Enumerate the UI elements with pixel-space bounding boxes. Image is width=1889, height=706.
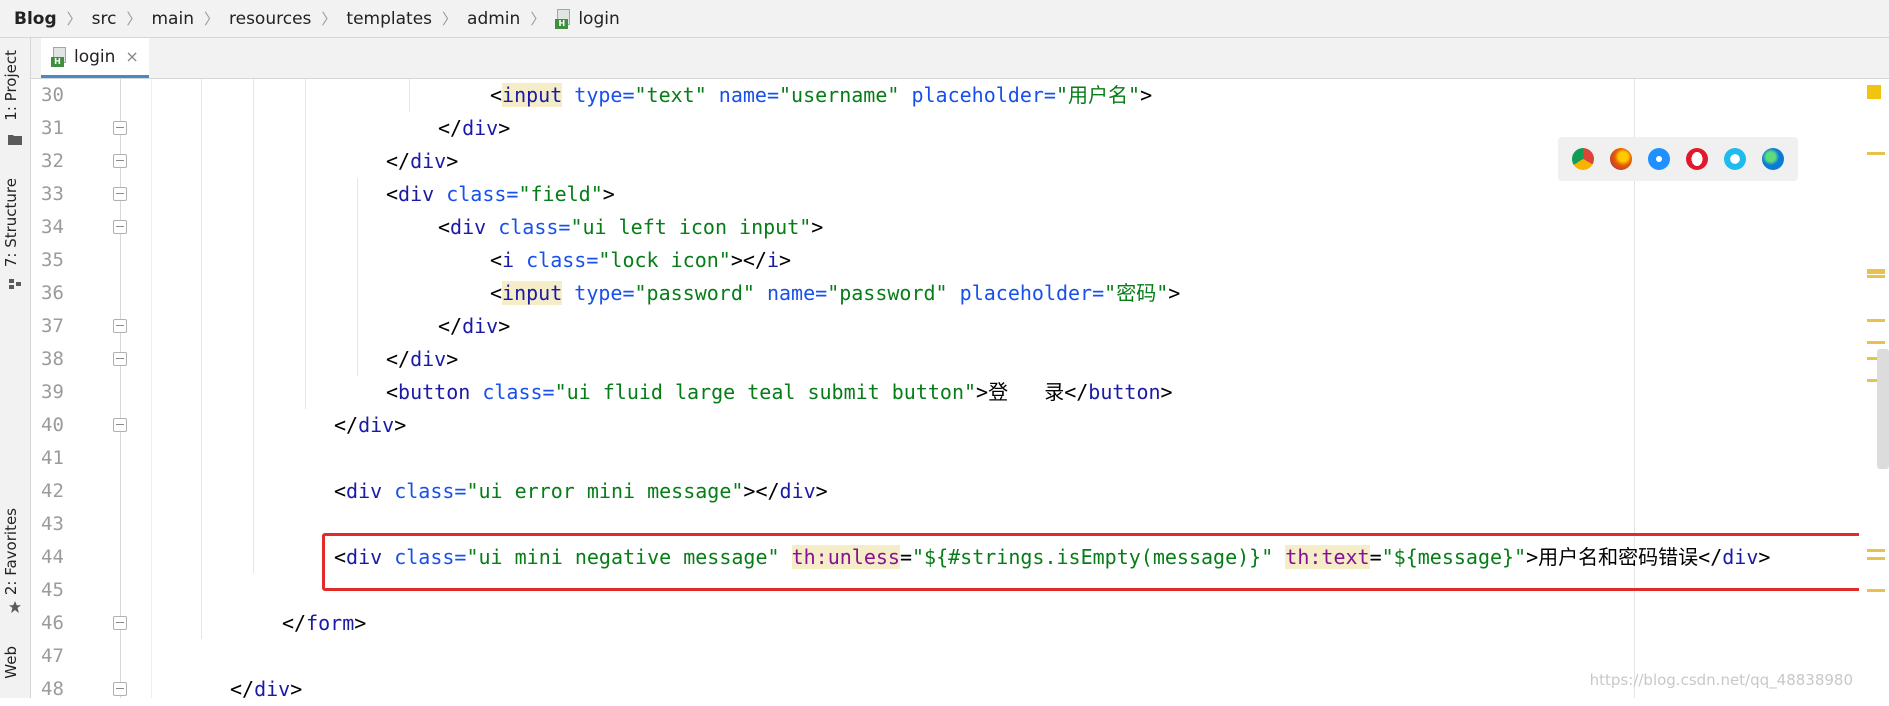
line-number: 34 (41, 216, 64, 238)
open-in-browser-bar (1558, 137, 1798, 181)
breadcrumb-item-main[interactable]: main (152, 9, 194, 29)
fold-marker[interactable] (113, 682, 127, 696)
fold-marker[interactable] (113, 121, 127, 135)
line-number: 41 (41, 447, 64, 469)
stripe-marker[interactable] (1867, 275, 1885, 278)
structure-icon (9, 279, 21, 289)
code-line-30: <input type="text" name="username" place… (490, 83, 1153, 107)
fold-guide (120, 79, 121, 698)
safari-icon[interactable] (1648, 148, 1670, 170)
line-number: 31 (41, 117, 64, 139)
breadcrumb-item-resources[interactable]: resources (229, 9, 311, 29)
code-line-39: <button class="ui fluid large teal submi… (386, 380, 1173, 404)
stripe-marker[interactable] (1867, 152, 1885, 155)
breadcrumb-item-login[interactable]: H login (555, 8, 620, 29)
line-number: 46 (41, 612, 64, 634)
line-number: 38 (41, 348, 64, 370)
line-number: 32 (41, 150, 64, 172)
fold-marker[interactable] (113, 154, 127, 168)
html-file-icon: H (555, 8, 573, 29)
line-number: 45 (41, 579, 64, 601)
line-number: 48 (41, 678, 64, 700)
ie-icon[interactable] (1724, 148, 1746, 170)
breadcrumb: Blog 〉 src 〉 main 〉 resources 〉 template… (0, 0, 1889, 38)
line-number: 30 (41, 84, 64, 106)
line-number: 37 (41, 315, 64, 337)
line-number: 39 (41, 381, 64, 403)
code-line-35: <i class="lock icon"></i> (490, 248, 792, 272)
line-number: 40 (41, 414, 64, 436)
stripe-marker[interactable] (1867, 549, 1885, 552)
chevron-right-icon: 〉 (442, 10, 458, 28)
folder-icon (8, 135, 22, 145)
stripe-marker[interactable] (1867, 557, 1885, 560)
error-stripe[interactable] (1859, 79, 1889, 698)
code-line-37: </div> (438, 314, 511, 338)
vertical-scrollbar-thumb[interactable] (1877, 349, 1889, 469)
stripe-marker[interactable] (1867, 319, 1885, 322)
breadcrumb-item-src[interactable]: src (92, 9, 117, 29)
chevron-right-icon: 〉 (321, 10, 337, 28)
line-number: 44 (41, 546, 64, 568)
opera-icon[interactable] (1686, 148, 1708, 170)
chevron-right-icon: 〉 (203, 10, 219, 28)
annotation-highlight-box (322, 533, 1882, 591)
close-icon[interactable]: × (125, 47, 138, 66)
line-number: 36 (41, 282, 64, 304)
editor-gutter: 30 31 32 33 34 35 36 37 38 39 40 41 42 4… (31, 79, 152, 700)
code-line-32: </div> (386, 149, 459, 173)
editor-tab-bar: H login × (31, 38, 1889, 79)
fold-marker[interactable] (113, 616, 127, 630)
firefox-icon[interactable] (1610, 148, 1632, 170)
stripe-marker[interactable] (1867, 589, 1885, 592)
code-line-38: </div> (386, 347, 459, 371)
code-line-34: <div class="ui left icon input"> (438, 215, 824, 239)
code-line-33: <div class="field"> (386, 182, 615, 206)
chrome-icon[interactable] (1572, 148, 1594, 170)
line-number: 47 (41, 645, 64, 667)
favorites-tool-tab[interactable]: 2: Favorites (2, 508, 20, 595)
web-tool-tab[interactable]: Web (2, 646, 20, 679)
project-tool-tab[interactable]: 1: Project (2, 50, 20, 121)
code-line-40: </div> (334, 413, 407, 437)
fold-marker[interactable] (113, 220, 127, 234)
tab-login[interactable]: H login × (41, 38, 149, 78)
breadcrumb-item-templates[interactable]: templates (346, 9, 432, 29)
chevron-right-icon: 〉 (530, 10, 546, 28)
code-line-48: </div> (230, 677, 303, 701)
line-number: 43 (41, 513, 64, 535)
fold-marker[interactable] (113, 418, 127, 432)
code-line-36: <input type="password" name="password" p… (490, 281, 1181, 305)
line-number: 33 (41, 183, 64, 205)
star-icon (9, 601, 21, 613)
watermark-text: https://blog.csdn.net/qq_48838980 (1589, 671, 1853, 689)
code-line-46: </form> (282, 611, 367, 635)
inspection-status-icon[interactable] (1867, 85, 1881, 99)
fold-marker[interactable] (113, 187, 127, 201)
fold-marker[interactable] (113, 352, 127, 366)
breadcrumb-item-blog[interactable]: Blog (14, 9, 57, 29)
breadcrumb-item-login-label: login (578, 8, 620, 29)
chevron-right-icon: 〉 (66, 10, 82, 28)
edge-icon[interactable] (1762, 148, 1784, 170)
line-number: 42 (41, 480, 64, 502)
tab-login-label: login (74, 46, 116, 67)
fold-marker[interactable] (113, 319, 127, 333)
breadcrumb-item-admin[interactable]: admin (467, 9, 520, 29)
code-line-31: </div> (438, 116, 511, 140)
code-line-42: <div class="ui error mini message"></div… (334, 479, 828, 503)
chevron-right-icon: 〉 (126, 10, 142, 28)
structure-tool-tab[interactable]: 7: Structure (2, 178, 20, 267)
stripe-marker[interactable] (1867, 341, 1885, 344)
line-number: 35 (41, 249, 64, 271)
left-tool-strip: 1: Project 7: Structure 2: Favorites Web (0, 38, 31, 698)
html-file-icon: H (51, 46, 69, 67)
stripe-marker[interactable] (1867, 271, 1885, 274)
